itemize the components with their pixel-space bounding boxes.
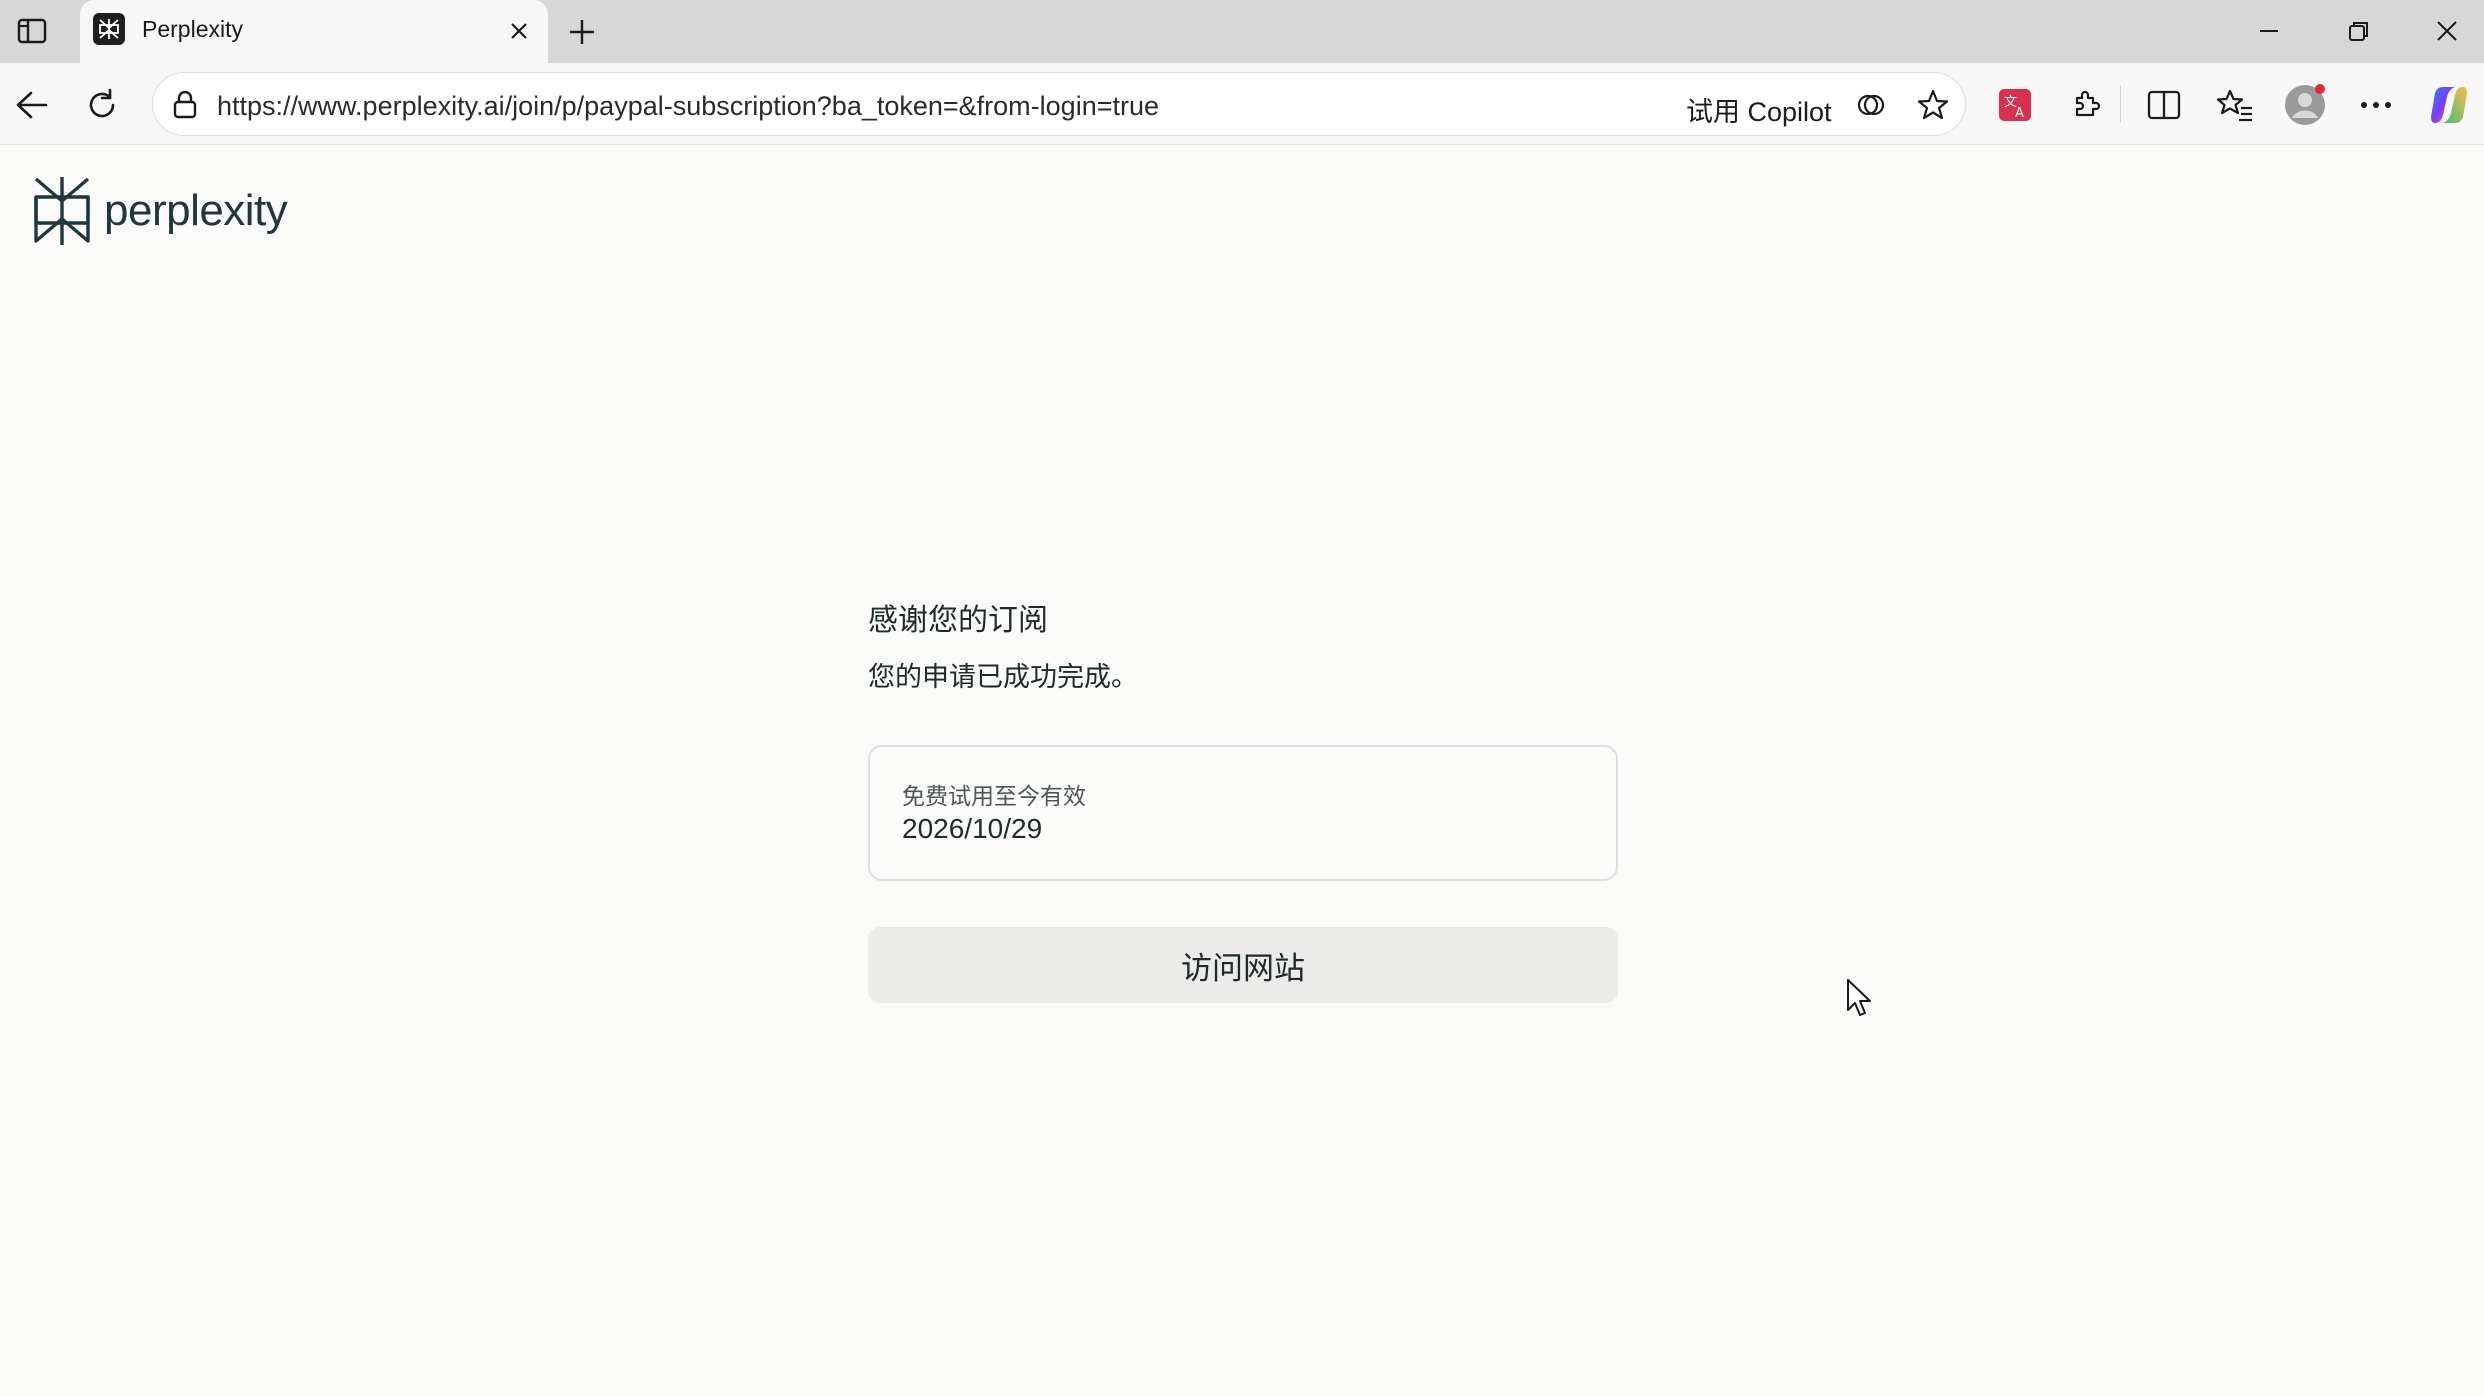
favorites-icon[interactable] — [2211, 81, 2259, 129]
window-close-icon[interactable] — [2422, 10, 2472, 52]
trial-info-card: 免费试用至今有效 2026/10/29 — [868, 745, 1618, 881]
visit-website-button[interactable]: 访问网站 — [868, 927, 1618, 1003]
minimize-icon[interactable] — [2244, 10, 2294, 52]
tab-actions-icon[interactable] — [12, 14, 52, 48]
more-options-icon[interactable] — [2352, 81, 2400, 129]
mouse-cursor-icon — [1847, 979, 1871, 1016]
copilot-sidebar-icon[interactable] — [2425, 81, 2473, 129]
toolbar-separator — [2120, 85, 2121, 123]
success-message: 您的申请已成功完成。 — [868, 662, 1138, 692]
address-bar[interactable]: https://www.perplexity.ai/join/p/paypal-… — [152, 72, 1966, 136]
extensions-icon[interactable] — [2062, 81, 2110, 129]
tab-close-icon[interactable] — [502, 14, 536, 48]
trial-end-date: 2026/10/29 — [902, 813, 1043, 844]
tab-bar: Perplexity — [0, 0, 2484, 63]
site-info-icon[interactable] — [167, 87, 203, 123]
perplexity-logo[interactable]: perplexity — [30, 175, 288, 247]
page-content: perplexity 感谢您的订阅 您的申请已成功完成。 免费试用至今有效 20… — [0, 145, 2484, 1396]
svg-text:A: A — [2015, 106, 2024, 121]
restore-icon[interactable] — [2334, 10, 2384, 52]
active-tab[interactable]: Perplexity — [80, 0, 548, 63]
refresh-icon[interactable] — [78, 81, 126, 129]
back-icon[interactable] — [8, 81, 56, 129]
copilot-icon[interactable] — [1853, 87, 1889, 123]
new-tab-plus-icon[interactable] — [562, 12, 602, 52]
profile-avatar[interactable] — [2281, 81, 2329, 129]
logo-text: perplexity — [104, 186, 288, 235]
perplexity-logo-icon — [34, 177, 90, 245]
browser-toolbar: https://www.perplexity.ai/join/p/paypal-… — [0, 63, 2484, 145]
try-copilot-label[interactable]: 试用 Copilot — [1686, 90, 1832, 129]
split-screen-icon[interactable] — [2140, 81, 2188, 129]
perplexity-favicon-icon — [93, 13, 125, 45]
tab-title: Perplexity — [142, 16, 243, 42]
trial-label: 免费试用至今有效 — [902, 783, 1086, 809]
favorite-star-icon[interactable] — [1915, 87, 1951, 123]
translate-icon[interactable]: 文A — [1991, 81, 2039, 129]
page-title: 感谢您的订阅 — [868, 604, 1048, 637]
url-text[interactable]: https://www.perplexity.ai/join/p/paypal-… — [217, 91, 1159, 122]
